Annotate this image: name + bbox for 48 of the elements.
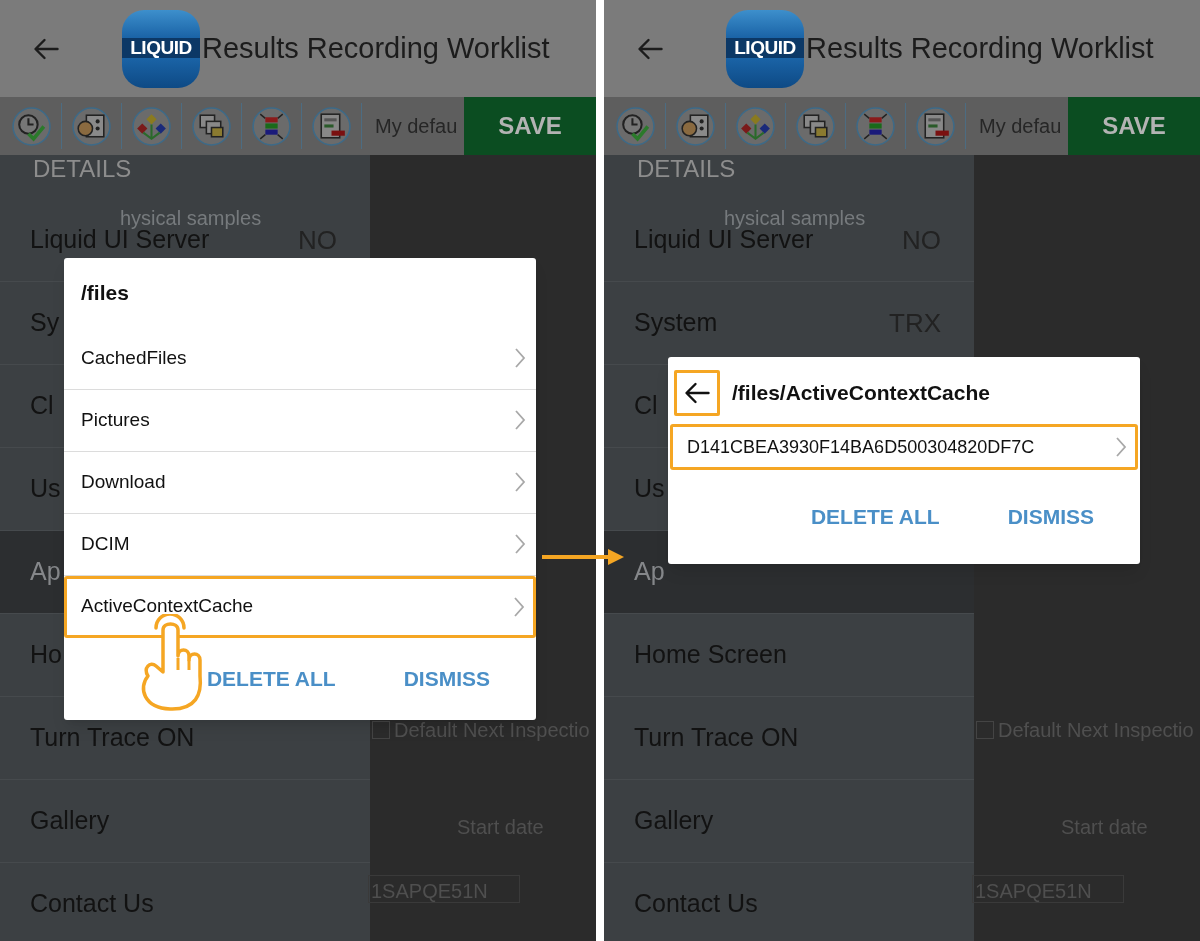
save-button[interactable]: SAVE (464, 97, 596, 155)
app-logo: LIQUID (122, 9, 200, 88)
dialog-button[interactable]: DELETE ALL (206, 662, 336, 695)
diamond-tree-icon[interactable] (735, 105, 776, 147)
chevron-icon (514, 409, 526, 431)
chevron-icon (1115, 436, 1127, 458)
stacked-windows-icon[interactable] (191, 105, 232, 147)
folder-item[interactable]: Pictures (64, 389, 536, 452)
clock-check-icon[interactable] (11, 105, 52, 147)
save-button[interactable]: SAVE (1068, 97, 1200, 155)
diamond-tree-icon[interactable] (131, 105, 172, 147)
chevron-icon (514, 533, 526, 555)
background-text: hysical samples (120, 206, 262, 231)
folder-item[interactable]: ActiveContextCache (64, 575, 536, 638)
page-title: Results Recording Worklist (202, 30, 550, 66)
folder-item[interactable]: Download (64, 451, 536, 514)
background-text: hysical samples (724, 206, 866, 231)
checkbox[interactable] (372, 721, 390, 739)
color-bars-icon[interactable] (855, 105, 896, 147)
page-title: Results Recording Worklist (806, 30, 1154, 66)
form-icon[interactable] (311, 105, 352, 147)
folder-item[interactable]: CachedFiles (64, 327, 536, 390)
layout-variant-label: My defau (375, 114, 458, 139)
section-heading: DETAILS (637, 155, 736, 182)
stacked-windows-icon[interactable] (795, 105, 836, 147)
color-bars-icon[interactable] (251, 105, 292, 147)
folder-item[interactable]: D141CBEA3930F14BA6D500304820DF7C (670, 424, 1138, 470)
id-card-icon[interactable] (71, 105, 112, 147)
folder-item[interactable]: DCIM (64, 513, 536, 576)
back-icon[interactable] (33, 36, 60, 61)
app-logo: LIQUID (726, 9, 804, 88)
dialog-button[interactable]: DISMISS (1007, 501, 1094, 533)
chevron-icon (514, 347, 526, 369)
dialog-title: /files/ActiveContextCache (732, 379, 990, 406)
id-card-icon[interactable] (675, 105, 716, 147)
chevron-icon (513, 595, 525, 618)
clock-check-icon[interactable] (615, 105, 656, 147)
dialog-title: /files (81, 279, 129, 306)
dialog-button[interactable]: DELETE ALL (810, 501, 940, 533)
back-icon (683, 380, 711, 405)
form-icon[interactable] (915, 105, 956, 147)
section-heading: DETAILS (33, 155, 132, 182)
checkbox[interactable] (976, 721, 994, 739)
chevron-icon (514, 471, 526, 493)
back-button[interactable] (674, 369, 720, 416)
layout-variant-label: My defau (979, 114, 1062, 139)
dialog-button[interactable]: DISMISS (403, 662, 490, 695)
back-icon[interactable] (637, 36, 664, 61)
